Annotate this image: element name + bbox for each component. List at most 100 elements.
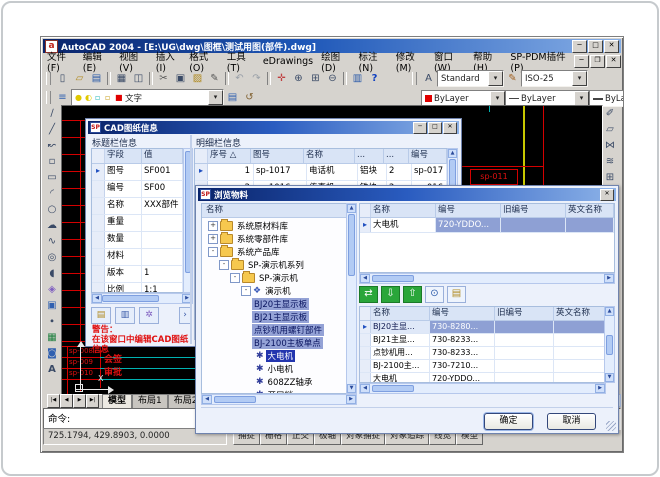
text-style-icon[interactable]: A: [420, 71, 437, 86]
close-button[interactable]: ✕: [604, 40, 619, 53]
copy-object-icon[interactable]: ▱: [602, 122, 619, 137]
undo-icon[interactable]: ↶: [231, 71, 248, 86]
ellipse-icon[interactable]: ◎: [44, 250, 61, 265]
tree-hscrollbar[interactable]: ◀ ▶: [201, 394, 357, 405]
text-style-combo[interactable]: Standard ▾: [437, 70, 504, 87]
tree-item[interactable]: ✱小电机: [256, 362, 295, 375]
tree-vscrollbar[interactable]: ▲ ▼: [346, 203, 357, 394]
polygon-icon[interactable]: ▫: [44, 154, 61, 169]
table-row[interactable]: ▸ 1 sp-1017 电话机 铝块 2 sp-017: [195, 164, 447, 181]
table-row[interactable]: 材料: [92, 249, 183, 266]
chevron-down-icon[interactable]: ▾: [574, 91, 589, 106]
scroll-right-icon[interactable]: ▶: [604, 274, 614, 283]
table-row[interactable]: BJ21主显... 730-8233...: [360, 334, 605, 347]
arc-icon[interactable]: ◜: [44, 186, 61, 201]
tab-last-icon[interactable]: ▶|: [86, 394, 99, 408]
copy-icon[interactable]: ▣: [172, 71, 189, 86]
title-block-grid[interactable]: 字段值 ▸图号SF001 编号SF00 名称XXX部件 重量 数量 材料 版本1…: [91, 148, 184, 293]
tab-first-icon[interactable]: |◀: [47, 394, 60, 408]
chevron-down-icon[interactable]: ▾: [488, 71, 503, 86]
column-header[interactable]: 编号: [430, 307, 495, 320]
table-row[interactable]: 版本1: [92, 266, 183, 283]
scroll-left-icon[interactable]: ◀: [360, 384, 370, 393]
polyline-icon[interactable]: ↜: [44, 138, 61, 153]
tree-item[interactable]: -SP-演示机系列: [219, 258, 306, 271]
preview-icon[interactable]: ◫: [130, 71, 147, 86]
table-row[interactable]: ▸图号SF001: [92, 164, 183, 181]
expand-icon[interactable]: -: [230, 273, 240, 283]
dialog-close-button[interactable]: ✕: [443, 122, 457, 134]
cancel-button[interactable]: 取消: [547, 413, 596, 430]
dialog-close-button[interactable]: ✕: [600, 189, 614, 201]
dialog-minimize-button[interactable]: ─: [413, 122, 427, 134]
column-header[interactable]: 序号 △: [208, 149, 251, 163]
paste-icon[interactable]: ▨: [189, 71, 206, 86]
zoom-previous-icon[interactable]: ⊖: [324, 71, 341, 86]
make-layer-current-icon[interactable]: ▤: [224, 90, 241, 105]
scroll-up-icon[interactable]: ▲: [347, 204, 356, 213]
scroll-right-icon[interactable]: ▶: [346, 395, 356, 404]
tree-item[interactable]: ✱608ZZ轴承: [256, 375, 314, 388]
scroll-left-icon[interactable]: ◀: [202, 395, 212, 404]
scroll-up-icon[interactable]: ▲: [448, 149, 457, 158]
menu-edrawings[interactable]: eDrawings: [259, 56, 317, 67]
column-header[interactable]: 旧编号: [495, 307, 554, 320]
barcode-icon[interactable]: ▥: [115, 307, 135, 324]
xline-icon[interactable]: ╱: [44, 122, 61, 137]
open-drawing-icon[interactable]: ▤: [91, 307, 111, 324]
scroll-left-icon[interactable]: ◀: [360, 274, 370, 283]
zoom-realtime-icon[interactable]: ⊕: [290, 71, 307, 86]
column-header[interactable]: ...: [384, 149, 409, 163]
spline-icon[interactable]: ∿: [44, 234, 61, 249]
list-hscrollbar[interactable]: ◀ ▶: [359, 383, 606, 394]
table-row[interactable]: 编号SF00: [92, 181, 183, 198]
mirror-icon[interactable]: ⋈: [602, 138, 619, 153]
expand-icon[interactable]: +: [208, 221, 218, 231]
import-down-icon[interactable]: ⇩: [381, 286, 400, 303]
material-tree[interactable]: 名称 +系统原材料库 +系统零部件库 -系统产品库 -SP-演示机系列 -SP-…: [201, 203, 348, 394]
layer-combo[interactable]: ● ◐ ▫ ▫ ■ 文字 ▾: [71, 89, 224, 106]
tree-item[interactable]: +✱BJ-2100主板单点: [252, 336, 274, 349]
material-list-table[interactable]: 名称 编号 旧编号 英文名称 ▸ BJ20主显... 730-8280... B…: [359, 306, 606, 383]
column-header[interactable]: 旧编号: [501, 204, 566, 217]
tree-item[interactable]: -系统产品库: [208, 245, 282, 258]
tree-item[interactable]: -SP-演示机: [230, 271, 300, 284]
settings-gear-icon[interactable]: ✲: [139, 307, 159, 324]
selected-material-table[interactable]: 名称 编号 旧编号 英文名称 ▸ 大电机 720-YDDO...: [359, 203, 615, 273]
ok-button[interactable]: 确定: [484, 413, 533, 430]
title-block-hscrollbar[interactable]: ◀ ▶: [91, 293, 193, 304]
dim-style-combo[interactable]: ISO-25 ▾: [521, 70, 588, 87]
expand-icon[interactable]: -: [219, 260, 229, 270]
column-header[interactable]: 名称: [304, 149, 355, 163]
insert-block-icon[interactable]: ◈: [44, 282, 61, 297]
tab-model[interactable]: 模型: [102, 394, 132, 408]
toolbar-gripper[interactable]: [412, 72, 417, 85]
tree-item[interactable]: ✱大电机: [256, 349, 295, 362]
new-icon[interactable]: ▯: [54, 71, 71, 86]
help-icon[interactable]: ?: [366, 71, 383, 86]
save-icon[interactable]: ▤: [88, 71, 105, 86]
result-hscrollbar[interactable]: ◀ ▶: [359, 273, 615, 284]
tree-item[interactable]: +系统原材料库: [208, 219, 290, 232]
line-icon[interactable]: ∕: [44, 106, 61, 121]
scroll-left-icon[interactable]: ◀: [92, 294, 102, 303]
maximize-button[interactable]: □: [588, 40, 603, 53]
point-icon[interactable]: ∙: [44, 314, 61, 329]
dialog-maximize-button[interactable]: □: [428, 122, 442, 134]
column-header[interactable]: 英文名称: [566, 204, 614, 217]
circle-icon[interactable]: ○: [44, 202, 61, 217]
mdi-minimize-button[interactable]: ─: [574, 55, 589, 68]
table-row[interactable]: 重量: [92, 215, 183, 232]
table-row[interactable]: 点钞机用... 730-8233...: [360, 347, 605, 360]
tab-next-icon[interactable]: ▶: [73, 394, 86, 408]
tree-item[interactable]: -❖演示机: [241, 284, 293, 297]
dialog-title-bar[interactable]: SP 浏览物料 ✕: [198, 188, 616, 201]
tree-item[interactable]: +✱BJ20主显示板: [252, 297, 274, 310]
column-header[interactable]: 编号: [409, 149, 447, 163]
tree-item[interactable]: +✱点钞机用螺钉部件: [252, 323, 274, 336]
revcloud-icon[interactable]: ☁: [44, 218, 61, 233]
chevron-down-icon[interactable]: ▾: [572, 71, 587, 86]
rectangle-icon[interactable]: ▭: [44, 170, 61, 185]
ellipse-arc-icon[interactable]: ◖: [44, 266, 61, 281]
column-header[interactable]: 英文名称: [554, 307, 605, 320]
